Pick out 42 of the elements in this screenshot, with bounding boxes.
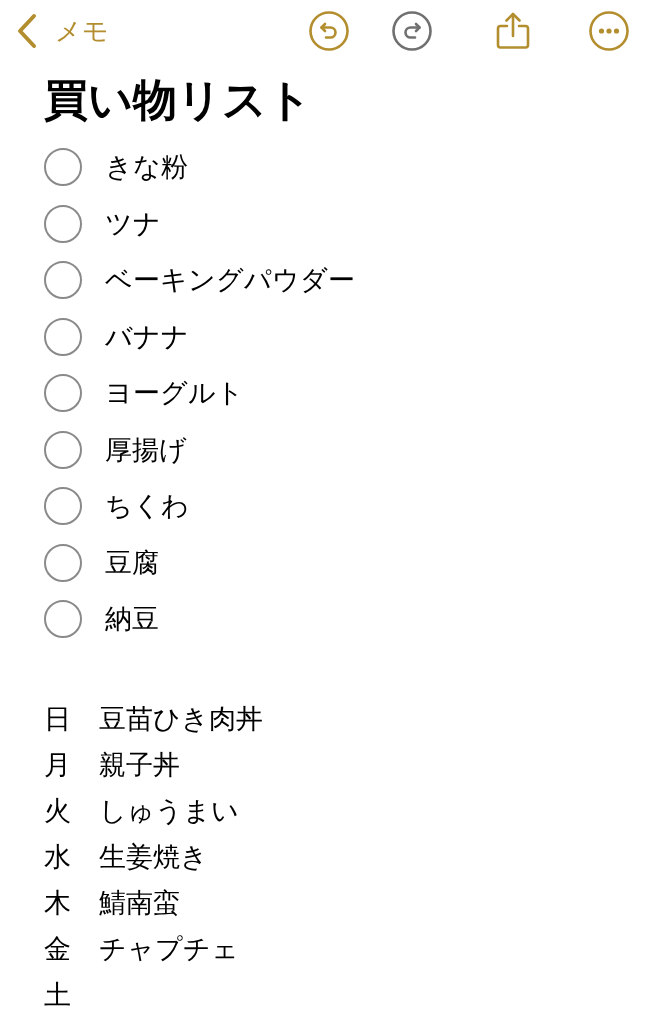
more-button[interactable] — [589, 11, 629, 51]
dish-text: 親子丼 — [99, 747, 180, 782]
undo-icon — [309, 11, 349, 51]
item-text: 厚揚げ — [105, 432, 187, 467]
dish-text: 生姜焼き — [99, 839, 208, 874]
item-text: 豆腐 — [105, 545, 159, 580]
checkbox[interactable] — [44, 204, 82, 243]
day-label: 水 — [44, 839, 72, 874]
item-text: 納豆 — [105, 602, 159, 637]
dish-text: 豆苗ひき肉丼 — [99, 701, 263, 736]
checkbox[interactable] — [44, 374, 82, 413]
back-button[interactable]: メモ — [15, 11, 109, 51]
day-label: 月 — [44, 747, 72, 782]
item-text: バナナ — [105, 319, 189, 354]
checkbox[interactable] — [44, 261, 82, 300]
day-label: 木 — [44, 885, 72, 920]
day-label: 金 — [44, 931, 72, 966]
undo-button[interactable] — [309, 11, 349, 51]
day-label: 土 — [44, 977, 72, 1012]
checkbox[interactable] — [44, 543, 82, 582]
checkbox[interactable] — [44, 600, 82, 639]
more-icon — [589, 11, 629, 51]
checkbox[interactable] — [44, 317, 82, 356]
dish-text: しゅうまい — [99, 793, 239, 828]
day-label: 日 — [44, 701, 72, 736]
checkbox[interactable] — [44, 487, 82, 526]
dish-text: 鯖南蛮 — [99, 885, 180, 920]
checkbox[interactable] — [44, 148, 82, 187]
item-text: ちくわ — [105, 489, 189, 524]
item-text: ヨーグルト — [105, 376, 244, 411]
back-label: メモ — [55, 14, 109, 48]
item-text: ベーキングパウダー — [105, 263, 355, 298]
share-button[interactable] — [496, 12, 530, 50]
item-text: ツナ — [105, 206, 161, 241]
share-icon — [496, 12, 530, 50]
redo-icon — [392, 11, 432, 51]
note-title: 買い物リスト — [44, 74, 313, 126]
back-chevron-icon — [15, 13, 39, 49]
day-label: 火 — [44, 793, 72, 828]
checkbox[interactable] — [44, 430, 82, 469]
dish-text: チャプチェ — [99, 931, 239, 966]
item-text: きな粉 — [105, 150, 188, 185]
